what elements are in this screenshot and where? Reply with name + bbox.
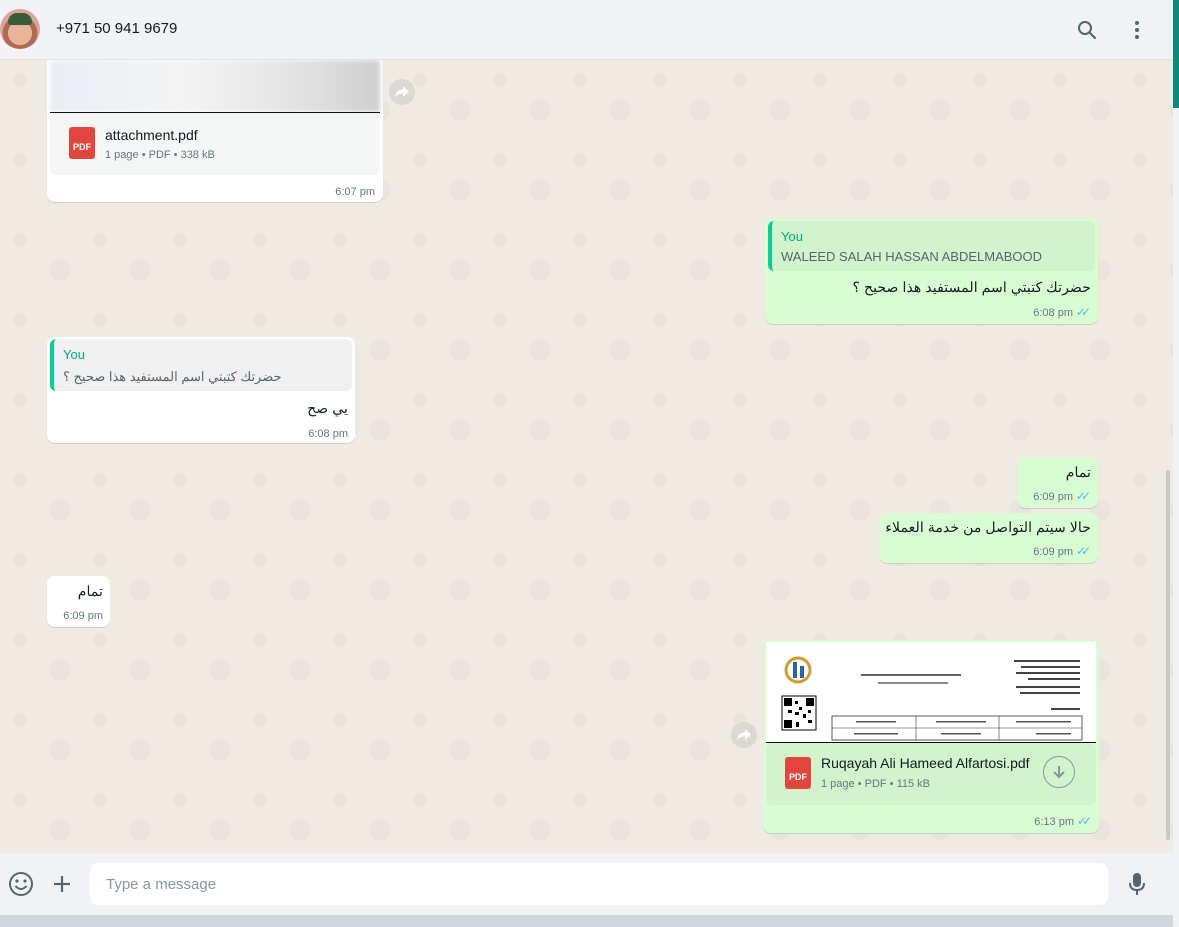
message-time: 6:08 pm <box>308 428 348 440</box>
document-name: attachment.pdf <box>105 127 198 143</box>
bottom-scroll-strip <box>0 915 1173 927</box>
message-text: حضرتك كتبتي اسم المستفيد هذا صحيح ؟ <box>852 280 1091 296</box>
message-text: تمام <box>77 584 103 600</box>
document-name: Ruqayah Ali Hameed Alfartosi.pdf <box>821 755 1030 771</box>
read-receipt-icon: ✓✓ <box>1075 489 1091 503</box>
message-text: حالا سيتم التواصل من خدمة العملاء <box>885 520 1091 536</box>
chat-header: +971 50 941 9679 <box>0 0 1173 60</box>
document-meta: 1 page • PDF • 115 kB <box>821 778 931 790</box>
document-preview[interactable] <box>766 642 1096 742</box>
message-time: 6:09 pm <box>63 610 103 622</box>
emoji-icon[interactable] <box>8 871 34 897</box>
message-time: 6:13 pm <box>1034 816 1074 828</box>
forward-icon[interactable] <box>389 79 415 105</box>
window-scrollbar[interactable] <box>1173 0 1179 927</box>
message-outgoing[interactable]: حالا سيتم التواصل من خدمة العملاء 6:09 p… <box>879 513 1098 563</box>
search-icon[interactable] <box>1074 17 1100 43</box>
message-incoming[interactable]: You حضرتك كتبتي اسم المستفيد هذا صحيح ؟ … <box>47 337 355 443</box>
quoted-message[interactable]: You حضرتك كتبتي اسم المستفيد هذا صحيح ؟ <box>50 339 352 391</box>
pdf-icon: PDF <box>785 757 811 789</box>
document-attachment[interactable]: PDF Ruqayah Ali Hameed Alfartosi.pdf 1 p… <box>766 743 1096 805</box>
read-receipt-icon: ✓✓ <box>1075 305 1091 319</box>
message-outgoing[interactable]: تمام 6:09 pm ✓✓ <box>1017 458 1098 508</box>
document-preview <box>50 60 380 112</box>
message-text: يي صح <box>307 401 348 417</box>
contact-name[interactable]: +971 50 941 9679 <box>56 20 177 37</box>
forward-icon[interactable] <box>731 722 757 748</box>
plus-icon[interactable] <box>49 871 75 897</box>
read-receipt-icon: ✓✓ <box>1075 544 1091 558</box>
chat-scrollbar[interactable] <box>1165 60 1171 852</box>
message-input[interactable] <box>90 863 1108 905</box>
contact-avatar[interactable] <box>0 9 40 49</box>
message-outgoing[interactable]: You WALEED SALAH HASSAN ABDELMABOOD حضرت… <box>765 218 1098 324</box>
read-receipt-icon: ✓✓ <box>1076 814 1092 828</box>
document-meta: 1 page • PDF • 338 kB <box>105 149 215 161</box>
document-attachment[interactable]: PDF attachment.pdf 1 page • PDF • 338 kB <box>50 113 380 175</box>
quote-author: You <box>63 347 85 362</box>
quote-text: حضرتك كتبتي اسم المستفيد هذا صحيح ؟ <box>63 369 282 384</box>
message-incoming-document[interactable]: PDF attachment.pdf 1 page • PDF • 338 kB… <box>47 60 383 202</box>
message-incoming[interactable]: تمام 6:09 pm <box>47 576 110 627</box>
quote-text: WALEED SALAH HASSAN ABDELMABOOD <box>781 249 1043 264</box>
message-time: 6:08 pm <box>1033 307 1073 319</box>
chat-messages[interactable]: PDF attachment.pdf 1 page • PDF • 338 kB… <box>0 60 1173 853</box>
message-time: 6:07 pm <box>335 186 375 198</box>
menu-icon[interactable] <box>1124 17 1150 43</box>
mic-icon[interactable] <box>1124 871 1150 897</box>
quoted-message[interactable]: You WALEED SALAH HASSAN ABDELMABOOD <box>768 221 1095 271</box>
download-icon[interactable] <box>1043 756 1075 788</box>
message-text: تمام <box>1065 465 1091 481</box>
document-thumbnail-image <box>781 656 1083 741</box>
message-time: 6:09 pm <box>1033 546 1073 558</box>
message-time: 6:09 pm <box>1033 491 1073 503</box>
message-outgoing-document[interactable]: PDF Ruqayah Ali Hameed Alfartosi.pdf 1 p… <box>763 640 1099 833</box>
pdf-icon: PDF <box>69 127 95 159</box>
message-composer <box>0 853 1173 915</box>
quote-author: You <box>781 229 803 244</box>
